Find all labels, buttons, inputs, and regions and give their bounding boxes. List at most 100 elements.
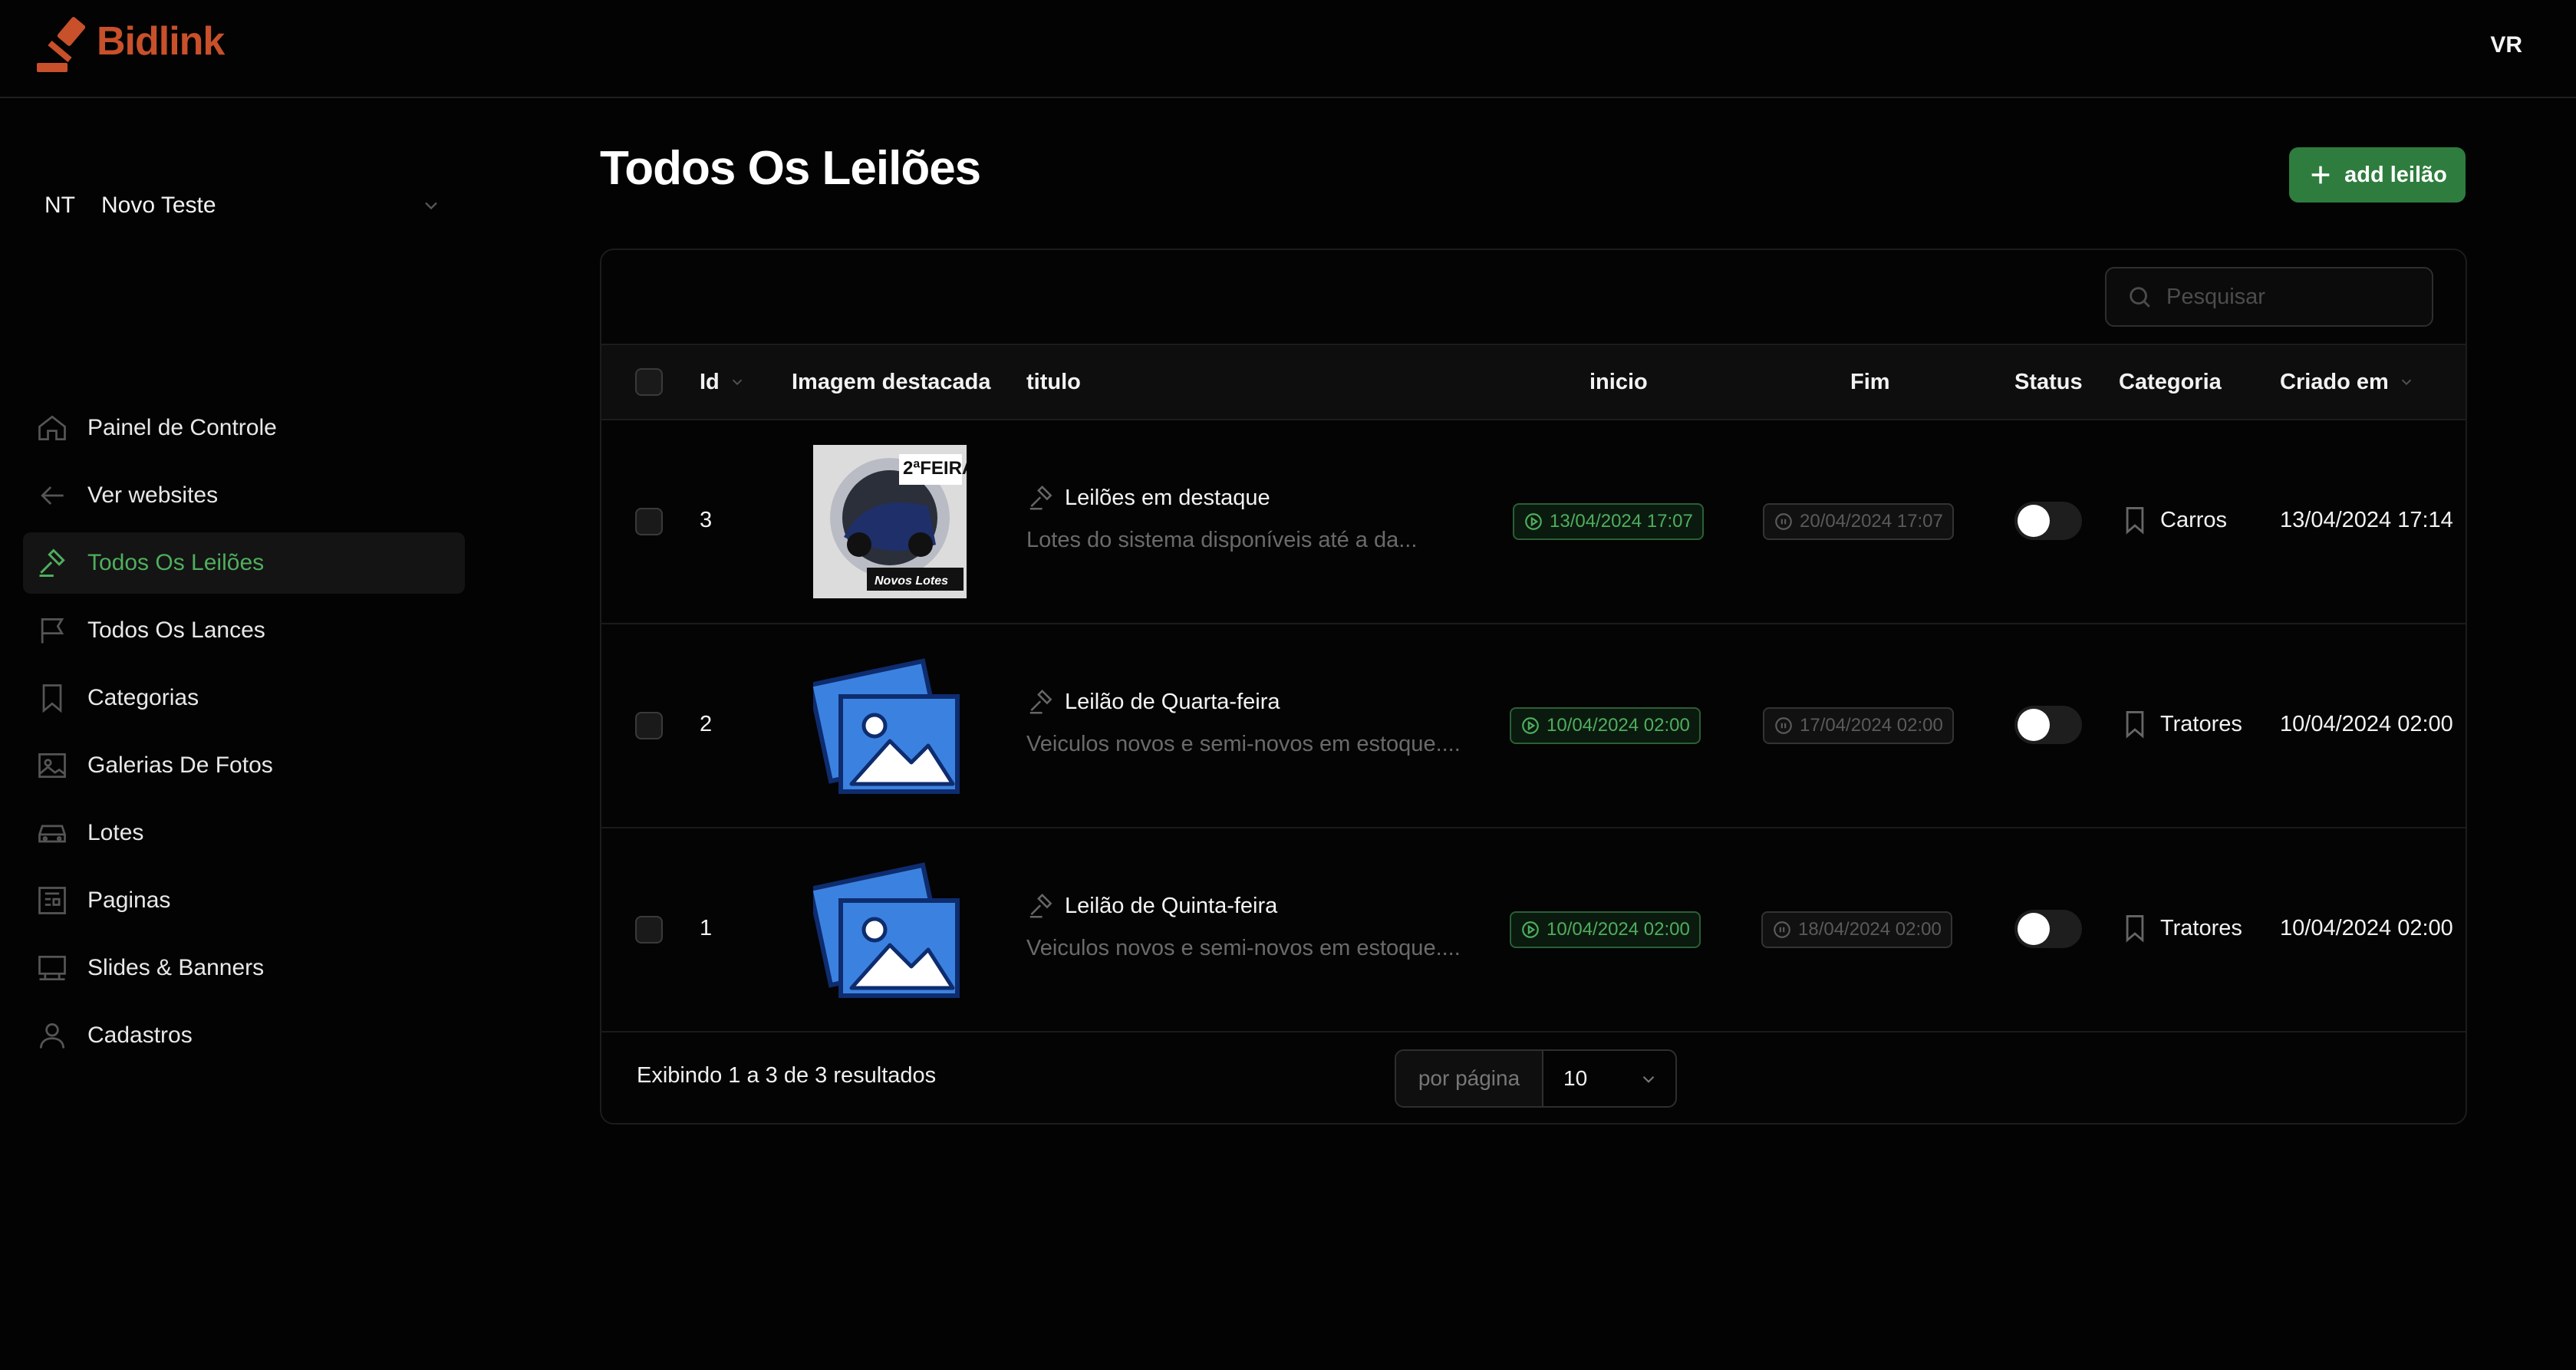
column-label: Categoria [2119,369,2222,394]
row-id: 1 [700,916,713,940]
start-date-badge: 10/04/2024 02:00 [1510,707,1701,744]
column-header-end: Fim [1850,345,1890,419]
sidebar-item-label: Todos Os Leilões [87,550,265,575]
sidebar-item-paginas[interactable]: Paginas [23,870,465,931]
start-date-text: 13/04/2024 17:07 [1550,511,1693,532]
gavel-icon [1029,485,1052,510]
sidebar-item-websites[interactable]: Ver websites [23,465,465,526]
auction-title-text: Leilões em destaque [1065,485,1270,510]
add-auction-button[interactable]: add leilão [2289,147,2466,203]
auctions-table-card: Id Imagem destacada titulo inicio Fim St… [600,249,2467,1125]
auction-description: Lotes do sistema disponíveis até a da... [1026,528,1418,552]
column-label: titulo [1026,369,1081,394]
svg-text:2ªFEIRA: 2ªFEIRA [903,458,967,479]
auction-thumbnail[interactable]: 2ªFEIRA Novos Lotes [813,445,967,598]
start-date-badge: 13/04/2024 17:07 [1513,503,1704,540]
end-date-badge: 20/04/2024 17:07 [1763,503,1954,540]
toggle-knob [2018,913,2050,945]
status-toggle[interactable] [2014,910,2082,948]
table-row[interactable]: 3 2ªFEIRA Novos Lotes Leilões em destaqu… [601,420,2466,624]
newspaper-icon [38,887,66,914]
user-icon [39,1023,65,1049]
row-checkbox[interactable] [635,916,663,944]
chevron-down-icon [1642,1075,1655,1083]
status-toggle[interactable] [2014,706,2082,744]
bookmark-icon [42,684,62,713]
page-title: Todos Os Leilões [600,142,981,195]
image-placeholder-icon[interactable] [813,649,967,802]
play-circle-icon [1522,717,1539,734]
row-id: 3 [700,508,713,532]
arrow-left-icon [41,486,64,505]
column-header-created[interactable]: Criado em [2280,345,2415,419]
per-page-control: por página 10 [1395,1049,1677,1108]
search-box[interactable] [2105,267,2433,327]
bookmark-icon [2126,507,2144,535]
sidebar: NT Novo Teste Painel de Controle Ver web… [0,100,491,1370]
sidebar-item-label: Todos Os Lances [87,617,265,643]
search-input[interactable] [2166,284,2420,310]
gavel-icon [1029,893,1052,918]
user-avatar[interactable]: VR [2490,32,2522,58]
category-text: Carros [2160,507,2228,532]
category-text: Tratores [2160,711,2242,736]
play-circle-icon [1522,921,1539,938]
auction-title[interactable]: Leilão de Quarta-feira [1026,687,1280,716]
column-header-start: inicio [1589,345,1648,419]
auction-title[interactable]: Leilões em destaque [1026,483,1270,512]
auction-description: Veiculos novos e semi-novos em estoque..… [1026,732,1461,756]
created-date: 13/04/2024 17:14 [2280,508,2453,532]
team-switcher[interactable]: NT Novo Teste [23,161,453,250]
table-row[interactable]: 1 Leilão de Quinta-feira Veiculos novos … [601,828,2466,1032]
status-toggle[interactable] [2014,502,2082,540]
image-placeholder-icon[interactable] [813,853,967,1006]
auction-title[interactable]: Leilão de Quinta-feira [1026,891,1277,920]
row-checkbox[interactable] [635,712,663,739]
sidebar-item-label: Ver websites [87,482,219,508]
top-bar: Bidlink VR [0,0,2576,98]
bookmark-icon [2126,915,2144,943]
row-checkbox[interactable] [635,508,663,535]
svg-text:Novos Lotes: Novos Lotes [875,575,948,588]
category-text: Tratores [2160,915,2242,940]
column-label: Fim [1850,369,1890,394]
sidebar-item-label: Categorias [87,685,199,710]
table-row[interactable]: 2 Leilão de Quarta-feira Veiculos novos … [601,624,2466,828]
start-date-badge: 10/04/2024 02:00 [1510,911,1701,948]
sidebar-item-painel[interactable]: Painel de Controle [23,397,465,459]
sidebar-item-label: Paginas [87,888,171,913]
pause-circle-icon [1775,513,1792,530]
created-date: 10/04/2024 02:00 [2280,712,2453,736]
sidebar-item-lances[interactable]: Todos Os Lances [23,600,465,661]
sidebar-item-leiloes[interactable]: Todos Os Leilões [23,532,465,594]
sidebar-item-label: Lotes [87,820,144,845]
sidebar-item-lotes[interactable]: Lotes [23,802,465,864]
chevron-down-icon [2401,379,2411,386]
column-header-id[interactable]: Id [700,345,746,419]
per-page-label: por página [1396,1051,1543,1106]
column-header-image: Imagem destacada [792,345,991,419]
end-date-text: 20/04/2024 17:07 [1800,511,1943,532]
row-id: 2 [700,712,713,736]
end-date-badge: 18/04/2024 02:00 [1761,911,1952,948]
bookmark-icon [2126,711,2144,739]
toggle-knob [2018,709,2050,741]
gavel-icon [39,548,65,577]
pause-circle-icon [1774,921,1790,938]
sidebar-item-label: Painel de Controle [87,415,277,440]
sidebar-item-categorias[interactable]: Categorias [23,667,465,729]
column-label: Imagem destacada [792,369,991,394]
sidebar-item-cadastros[interactable]: Cadastros [23,1005,465,1066]
sidebar-item-galerias[interactable]: Galerias De Fotos [23,735,465,796]
per-page-select[interactable]: 10 [1543,1051,1675,1106]
column-header-category: Categoria [2119,345,2222,419]
chevron-down-icon [732,379,742,386]
image-icon [38,753,66,779]
auction-description: Veiculos novos e semi-novos em estoque..… [1026,936,1461,960]
sidebar-item-slides[interactable]: Slides & Banners [23,937,465,999]
select-all-checkbox[interactable] [635,368,663,396]
home-icon [38,415,66,441]
brand-logo[interactable]: Bidlink [34,15,225,77]
column-label: inicio [1589,369,1648,394]
sidebar-nav: Painel de Controle Ver websites Todos Os… [23,397,465,1072]
